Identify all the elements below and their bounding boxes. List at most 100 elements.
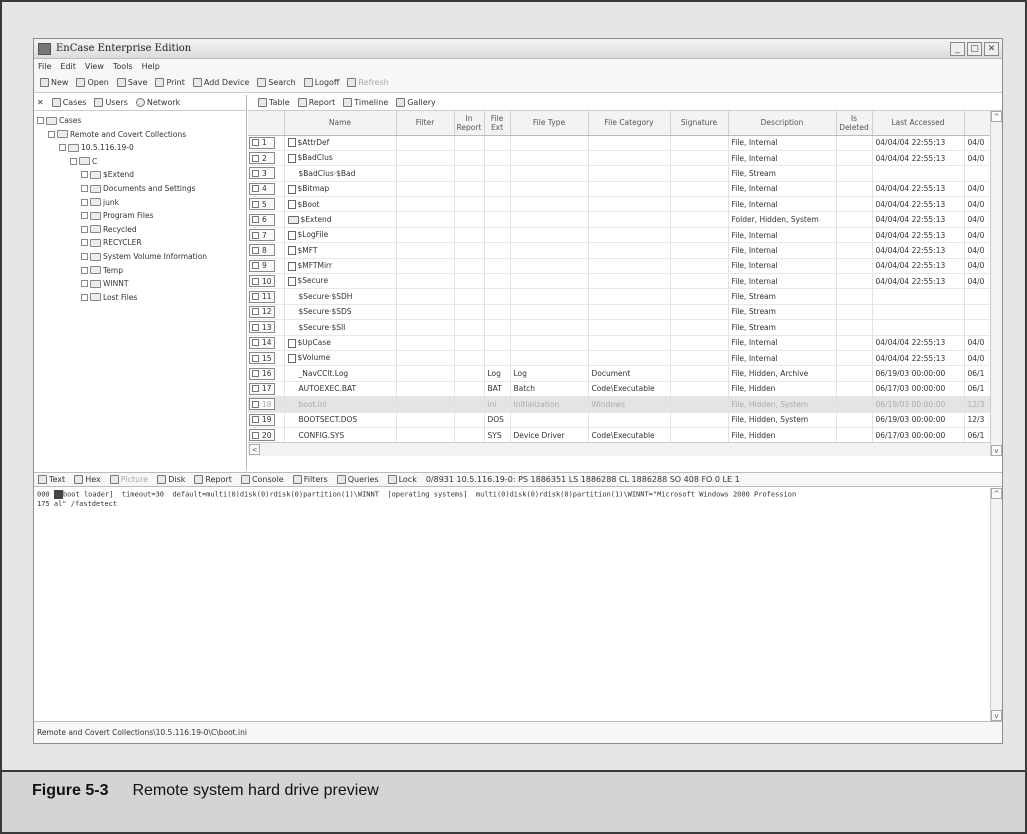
table-row[interactable]: 4 $Bitmap File, Internal 04/04/04 22:55:13 0…	[248, 181, 990, 198]
row-index-cell[interactable]: 8	[248, 242, 285, 259]
row-select[interactable]: 11	[249, 290, 275, 303]
scroll-down-icon[interactable]: v	[991, 445, 1002, 456]
column-header[interactable]: Is Deleted	[836, 111, 873, 136]
row-select[interactable]: 16	[249, 367, 275, 380]
tree-node[interactable]: WINNT	[81, 277, 128, 290]
tree-checkbox[interactable]	[37, 117, 44, 124]
new-button[interactable]: New	[40, 78, 68, 87]
row-select[interactable]: 15	[249, 352, 275, 365]
tree-checkbox[interactable]	[81, 185, 88, 192]
row-index-cell[interactable]: 16	[248, 365, 285, 382]
horizontal-scrollbar[interactable]: <	[248, 442, 990, 456]
tab-users[interactable]: Users	[94, 98, 128, 107]
row-checkbox[interactable]	[252, 246, 259, 254]
row-select[interactable]: 13	[249, 321, 275, 334]
row-checkbox[interactable]	[252, 323, 259, 331]
row-index-cell[interactable]: 7	[248, 227, 285, 244]
tree-checkbox[interactable]	[81, 198, 88, 206]
row-select[interactable]: 18	[249, 398, 275, 411]
tab-filters[interactable]: Filters	[292, 475, 328, 484]
tree-node[interactable]: System Volume Information	[81, 250, 207, 263]
text-view[interactable]: 000 boot loader] timeout=30 default=mult…	[34, 488, 1002, 721]
refresh-button[interactable]: Refresh	[347, 78, 389, 87]
tree-node[interactable]: C	[70, 155, 97, 168]
row-checkbox[interactable]	[252, 339, 259, 347]
row-index-cell[interactable]: 2	[248, 150, 285, 167]
column-header[interactable]	[248, 111, 285, 136]
column-header[interactable]: In Report	[454, 111, 485, 136]
tree-checkbox[interactable]	[81, 253, 88, 260]
vertical-scrollbar[interactable]: ^ v	[990, 111, 1002, 456]
tree-checkbox[interactable]	[81, 239, 88, 247]
column-header[interactable]: File Ext	[484, 111, 511, 136]
row-select[interactable]: 5	[249, 198, 275, 211]
row-index-cell[interactable]: 20	[248, 427, 285, 444]
minimize-icon[interactable]: _	[950, 41, 965, 56]
row-select[interactable]: 2	[249, 152, 275, 165]
tree-checkbox[interactable]	[81, 225, 88, 233]
row-checkbox[interactable]	[252, 154, 259, 162]
row-select[interactable]: 20	[249, 429, 275, 442]
tab-console[interactable]: Console	[240, 475, 284, 484]
row-index-cell[interactable]: 3	[248, 165, 285, 182]
table-row[interactable]: 8 $MFT File, Internal 04/04/04 22:55:13 04/0	[248, 242, 990, 259]
row-select[interactable]: 1	[249, 136, 275, 149]
table-row[interactable]: 2 $BadClus File, Internal 04/04/04 22:55:13…	[248, 150, 990, 167]
tree-node[interactable]: RECYCLER	[81, 236, 142, 249]
tree-node[interactable]: $Extend	[81, 168, 134, 181]
row-index-cell[interactable]: 13	[248, 319, 285, 336]
tree-node[interactable]: Remote and Covert Collections	[48, 128, 186, 141]
table-row[interactable]: 17 AUTOEXEC.BAT BAT Batch Code\Executable Fil…	[248, 381, 990, 398]
column-header[interactable]: Filter	[396, 111, 455, 136]
tree-node[interactable]: Documents and Settings	[81, 182, 195, 195]
tree-checkbox[interactable]	[81, 280, 88, 288]
row-select[interactable]: 4	[249, 182, 275, 195]
text-vertical-scrollbar[interactable]: ^ v	[990, 488, 1002, 721]
table-row[interactable]: 11 $Secure·$SDH File, Stream	[248, 288, 990, 305]
tree-node[interactable]: Recycled	[81, 223, 137, 236]
logoff-button[interactable]: Logoff	[303, 78, 339, 87]
row-index-cell[interactable]: 9	[248, 258, 285, 275]
row-index-cell[interactable]: 1	[248, 135, 285, 151]
row-checkbox[interactable]	[252, 293, 259, 301]
row-index-cell[interactable]: 15	[248, 350, 285, 367]
add-device-button[interactable]: Add Device	[192, 78, 249, 87]
table-row[interactable]: 20 CONFIG.SYS SYS Device Driver Code\Executa…	[248, 427, 990, 444]
tree-checkbox[interactable]	[81, 171, 88, 179]
column-header[interactable]: File Type	[510, 111, 589, 136]
column-header[interactable]: Description	[728, 111, 837, 136]
row-checkbox[interactable]	[252, 216, 259, 224]
scroll-left-icon[interactable]: <	[249, 444, 260, 455]
row-checkbox[interactable]	[252, 370, 259, 378]
column-header[interactable]: Last Accessed	[872, 111, 965, 136]
row-index-cell[interactable]: 11	[248, 288, 285, 305]
row-checkbox[interactable]	[252, 416, 259, 424]
tab-network[interactable]: Network	[135, 98, 180, 107]
row-index-cell[interactable]: 17	[248, 381, 285, 398]
row-checkbox[interactable]	[252, 354, 259, 362]
row-checkbox[interactable]	[252, 385, 259, 393]
tab-timeline[interactable]: Timeline	[343, 98, 388, 107]
scroll-down-icon[interactable]: v	[991, 710, 1002, 721]
table-row[interactable]: 6 $Extend Folder, Hidden, System 04/04/04 2…	[248, 211, 990, 228]
menu-item-help[interactable]: Help	[142, 62, 160, 71]
row-index-cell[interactable]: 6	[248, 211, 285, 228]
table-row[interactable]: 19 BOOTSECT.DOS DOS File, Hidden, System 06/…	[248, 412, 990, 428]
row-index-cell[interactable]: 18	[248, 396, 285, 413]
row-checkbox[interactable]	[252, 400, 259, 408]
row-index-cell[interactable]: 12	[248, 304, 285, 321]
row-index-cell[interactable]: 4	[248, 181, 285, 198]
tab-picture[interactable]: Picture	[109, 475, 148, 484]
tree-checkbox[interactable]	[81, 266, 88, 274]
row-index-cell[interactable]: 14	[248, 335, 285, 351]
scroll-up-icon[interactable]: ^	[991, 488, 1002, 499]
tree-node[interactable]: junk	[81, 196, 119, 209]
open-button[interactable]: Open	[76, 78, 109, 87]
maximize-icon[interactable]: □	[967, 41, 982, 56]
menu-item-view[interactable]: View	[85, 62, 104, 71]
tab-gallery[interactable]: Gallery	[396, 98, 436, 107]
row-index-cell[interactable]: 5	[248, 196, 285, 213]
row-select[interactable]: 17	[249, 382, 275, 395]
table-row[interactable]: 18 boot.ini ini Initialization Windows File, …	[248, 396, 990, 413]
menu-item-edit[interactable]: Edit	[60, 62, 76, 71]
